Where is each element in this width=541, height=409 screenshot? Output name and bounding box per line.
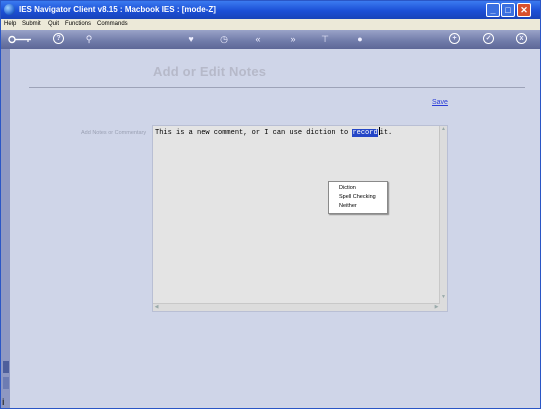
search-icon[interactable]: ⚲ bbox=[82, 33, 96, 46]
text-before-selection: This is a new comment, or I can use dict… bbox=[155, 129, 353, 137]
panel-icon[interactable] bbox=[3, 377, 9, 389]
scroll-right-icon[interactable]: ▶ bbox=[433, 304, 440, 311]
minimize-icon[interactable]: _ bbox=[486, 3, 500, 17]
divider bbox=[29, 87, 525, 88]
menu-functions[interactable]: Functions bbox=[65, 21, 91, 27]
context-menu-item-diction[interactable]: Diction bbox=[339, 185, 356, 191]
title-bar: IES Navigator Client v8.15 : Macbook IES… bbox=[1, 1, 540, 19]
heart-icon[interactable]: ♥ bbox=[184, 33, 198, 46]
back-icon[interactable]: « bbox=[251, 33, 265, 46]
context-menu-item-neither[interactable]: Neither bbox=[339, 203, 357, 209]
filter-icon[interactable]: ⊤ bbox=[318, 33, 332, 46]
clock-icon[interactable]: ◷ bbox=[217, 33, 231, 46]
maximize-icon[interactable]: □ bbox=[501, 3, 515, 17]
notes-text: This is a new comment, or I can use dict… bbox=[155, 127, 392, 137]
record-icon[interactable]: ● bbox=[353, 33, 367, 46]
main-content: Add or Edit Notes Save Add Notes or Comm… bbox=[11, 49, 540, 408]
cancel-icon[interactable]: x bbox=[516, 33, 527, 44]
key-icon[interactable] bbox=[7, 33, 33, 46]
text-after-selection: it. bbox=[379, 129, 393, 137]
left-side-strip: i bbox=[1, 49, 10, 408]
panel-icon[interactable] bbox=[3, 361, 9, 373]
notes-field-label: Add Notes or Commentary bbox=[81, 130, 147, 136]
horizontal-scrollbar[interactable]: ◀ ▶ bbox=[153, 303, 440, 311]
context-menu-item-spell-checking[interactable]: Spell Checking bbox=[339, 194, 376, 200]
page-title: Add or Edit Notes bbox=[153, 64, 267, 79]
menu-help[interactable]: Help bbox=[4, 21, 16, 27]
app-window: IES Navigator Client v8.15 : Macbook IES… bbox=[0, 0, 541, 409]
info-icon[interactable]: i bbox=[2, 397, 9, 407]
save-link[interactable]: Save bbox=[432, 99, 448, 106]
scroll-up-icon[interactable]: ▲ bbox=[440, 126, 447, 133]
scroll-left-icon[interactable]: ◀ bbox=[153, 304, 160, 311]
help-icon[interactable]: ? bbox=[53, 33, 64, 44]
window-title: IES Navigator Client v8.15 : Macbook IES… bbox=[19, 5, 216, 14]
menu-bar: Help Submit Quit Functions Commands bbox=[1, 19, 540, 30]
menu-commands[interactable]: Commands bbox=[97, 21, 128, 27]
menu-quit[interactable]: Quit bbox=[48, 21, 59, 27]
toolbar: ? ⚲ ♥ ◷ « » ⊤ ● + ✓ x bbox=[1, 30, 540, 49]
app-globe-icon bbox=[4, 4, 15, 15]
context-menu: Diction Spell Checking Neither bbox=[328, 181, 388, 214]
vertical-scrollbar[interactable]: ▲ ▼ bbox=[439, 126, 447, 311]
forward-icon[interactable]: » bbox=[286, 33, 300, 46]
add-icon[interactable]: + bbox=[449, 33, 460, 44]
close-icon[interactable]: ✕ bbox=[517, 3, 531, 17]
notes-textarea[interactable]: This is a new comment, or I can use dict… bbox=[152, 125, 448, 312]
scroll-down-icon[interactable]: ▼ bbox=[440, 294, 447, 301]
check-icon[interactable]: ✓ bbox=[483, 33, 494, 44]
selected-word: record bbox=[352, 129, 378, 137]
menu-submit[interactable]: Submit bbox=[22, 21, 41, 27]
